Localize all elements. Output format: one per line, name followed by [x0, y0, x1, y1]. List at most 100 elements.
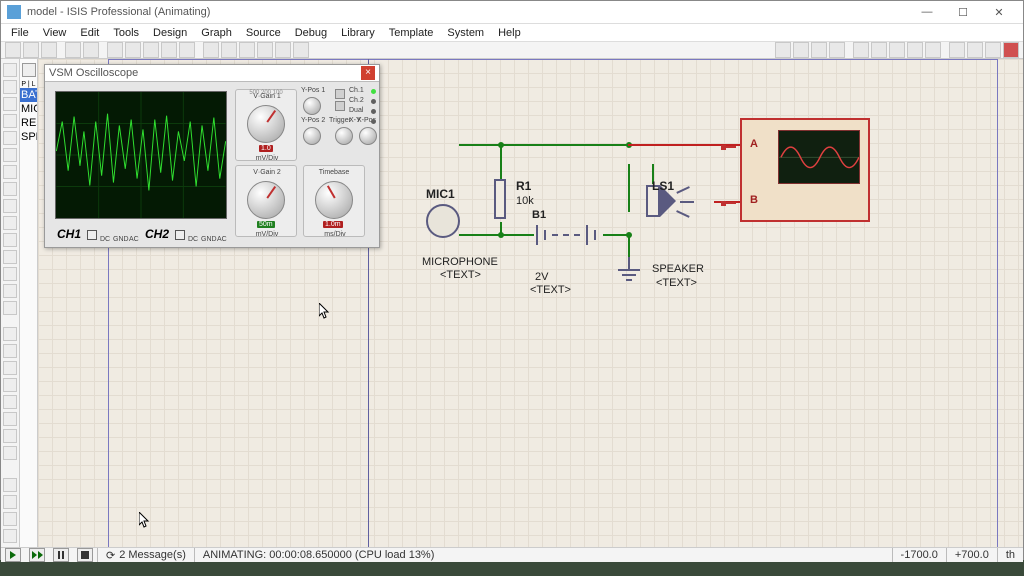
- tb-paste-icon[interactable]: [179, 42, 195, 58]
- menu-design[interactable]: Design: [153, 24, 187, 41]
- tb-stop-icon[interactable]: [1003, 42, 1019, 58]
- tb-area-icon[interactable]: [83, 42, 99, 58]
- tb-new-icon[interactable]: [5, 42, 21, 58]
- osc-close-button[interactable]: ×: [361, 66, 375, 80]
- tool-path-icon[interactable]: [3, 395, 17, 409]
- tool-probe-i-icon[interactable]: [3, 284, 17, 298]
- tool-component-icon[interactable]: [3, 80, 17, 94]
- vsm-oscilloscope-window[interactable]: VSM Oscilloscope × CH1 DC GND AC CH2 DC …: [44, 64, 380, 248]
- osc-xpos-knob[interactable]: [359, 127, 377, 145]
- menu-edit[interactable]: Edit: [80, 24, 99, 41]
- tool-graph-icon[interactable]: [3, 216, 17, 230]
- sim-stop-button[interactable]: [77, 548, 93, 562]
- tool-wirelabel-icon[interactable]: [3, 114, 17, 128]
- component-r1[interactable]: [494, 179, 506, 219]
- tb-undo-icon[interactable]: [107, 42, 123, 58]
- osc-ch2-dc[interactable]: DC: [188, 236, 198, 243]
- osc-ch1-gnd[interactable]: GND: [113, 236, 129, 243]
- component-oscilloscope[interactable]: A B: [740, 118, 870, 222]
- minimize-button[interactable]: —: [909, 1, 945, 23]
- menu-template[interactable]: Template: [389, 24, 434, 41]
- tb-generic-4[interactable]: [829, 42, 845, 58]
- tb-generic-5[interactable]: [853, 42, 869, 58]
- osc-ch1-toggle[interactable]: [87, 230, 97, 240]
- sim-play-button[interactable]: [5, 548, 21, 562]
- osc-titlebar[interactable]: VSM Oscilloscope ×: [45, 65, 379, 82]
- tool-arc-icon[interactable]: [3, 378, 17, 392]
- device-item-res[interactable]: RES: [20, 116, 37, 130]
- menu-file[interactable]: File: [11, 24, 29, 41]
- tb-generic-3[interactable]: [811, 42, 827, 58]
- tb-generic-7[interactable]: [889, 42, 905, 58]
- overview-thumb[interactable]: [22, 63, 36, 77]
- osc-ypos2-knob[interactable]: [303, 127, 321, 145]
- tb-generic-11[interactable]: [967, 42, 983, 58]
- menu-tools[interactable]: Tools: [113, 24, 139, 41]
- menu-source[interactable]: Source: [246, 24, 281, 41]
- menu-debug[interactable]: Debug: [295, 24, 327, 41]
- osc-ch2-gnd[interactable]: GND: [201, 236, 217, 243]
- menu-help[interactable]: Help: [498, 24, 521, 41]
- tool-junction-icon[interactable]: [3, 97, 17, 111]
- osc-timebase-knob[interactable]: [315, 181, 353, 219]
- maximize-button[interactable]: ☐: [945, 1, 981, 23]
- menu-graph[interactable]: Graph: [201, 24, 232, 41]
- osc-ygain1-knob[interactable]: [247, 105, 285, 143]
- osc-ch1-ac[interactable]: AC: [129, 236, 139, 243]
- sim-step-button[interactable]: [29, 548, 45, 562]
- tool-probe-v-icon[interactable]: [3, 267, 17, 281]
- tb-redo-icon[interactable]: [125, 42, 141, 58]
- tool-rotate-cw-icon[interactable]: [3, 478, 17, 492]
- tool-tape-icon[interactable]: [3, 233, 17, 247]
- tool-circle-icon[interactable]: [3, 361, 17, 375]
- tool-bus-icon[interactable]: [3, 148, 17, 162]
- tool-sub-icon[interactable]: [3, 165, 17, 179]
- osc-switch-ch1[interactable]: [335, 89, 345, 99]
- tb-generic-12[interactable]: [985, 42, 1001, 58]
- tool-pin-icon[interactable]: [3, 199, 17, 213]
- menu-library[interactable]: Library: [341, 24, 375, 41]
- tool-line-icon[interactable]: [3, 327, 17, 341]
- tb-generic-10[interactable]: [949, 42, 965, 58]
- tool-box-icon[interactable]: [3, 344, 17, 358]
- device-item-spe[interactable]: SPE: [20, 130, 37, 144]
- tool-gen-icon[interactable]: [3, 250, 17, 264]
- tb-save-icon[interactable]: [41, 42, 57, 58]
- tool-instr-icon[interactable]: [3, 301, 17, 315]
- osc-ygain2-knob[interactable]: [247, 181, 285, 219]
- component-mic[interactable]: [426, 204, 460, 238]
- tool-mirror-h-icon[interactable]: [3, 512, 17, 526]
- tb-origin-icon[interactable]: [221, 42, 237, 58]
- tb-generic-2[interactable]: [793, 42, 809, 58]
- tb-open-icon[interactable]: [23, 42, 39, 58]
- tool-terminal-icon[interactable]: [3, 182, 17, 196]
- osc-switch-ch2[interactable]: [335, 101, 345, 111]
- menu-system[interactable]: System: [447, 24, 484, 41]
- tb-generic-9[interactable]: [925, 42, 941, 58]
- device-item-mic[interactable]: MIC: [20, 102, 37, 116]
- tb-generic-6[interactable]: [871, 42, 887, 58]
- osc-ch1-dc[interactable]: DC: [100, 236, 110, 243]
- tool-text-icon[interactable]: [3, 131, 17, 145]
- tb-zoomout-icon[interactable]: [275, 42, 291, 58]
- tb-print-icon[interactable]: [65, 42, 81, 58]
- tb-generic-1[interactable]: [775, 42, 791, 58]
- tool-textobj-icon[interactable]: [3, 412, 17, 426]
- tb-grid-icon[interactable]: [203, 42, 219, 58]
- osc-ch2-toggle[interactable]: [175, 230, 185, 240]
- tool-symbol-icon[interactable]: [3, 429, 17, 443]
- tb-pan-icon[interactable]: [239, 42, 255, 58]
- osc-ypos1-knob[interactable]: [303, 97, 321, 115]
- tool-rotate-ccw-icon[interactable]: [3, 495, 17, 509]
- tool-select-icon[interactable]: [3, 63, 17, 77]
- osc-trigger-knob[interactable]: [335, 127, 353, 145]
- tb-zoomall-icon[interactable]: [293, 42, 309, 58]
- osc-ch2-ac[interactable]: AC: [217, 236, 227, 243]
- tb-copy-icon[interactable]: [161, 42, 177, 58]
- tb-generic-8[interactable]: [907, 42, 923, 58]
- close-button[interactable]: ✕: [981, 1, 1017, 23]
- tool-marker-icon[interactable]: [3, 446, 17, 460]
- device-item-bat[interactable]: BAT: [20, 88, 37, 102]
- sim-pause-button[interactable]: [53, 548, 69, 562]
- tb-cut-icon[interactable]: [143, 42, 159, 58]
